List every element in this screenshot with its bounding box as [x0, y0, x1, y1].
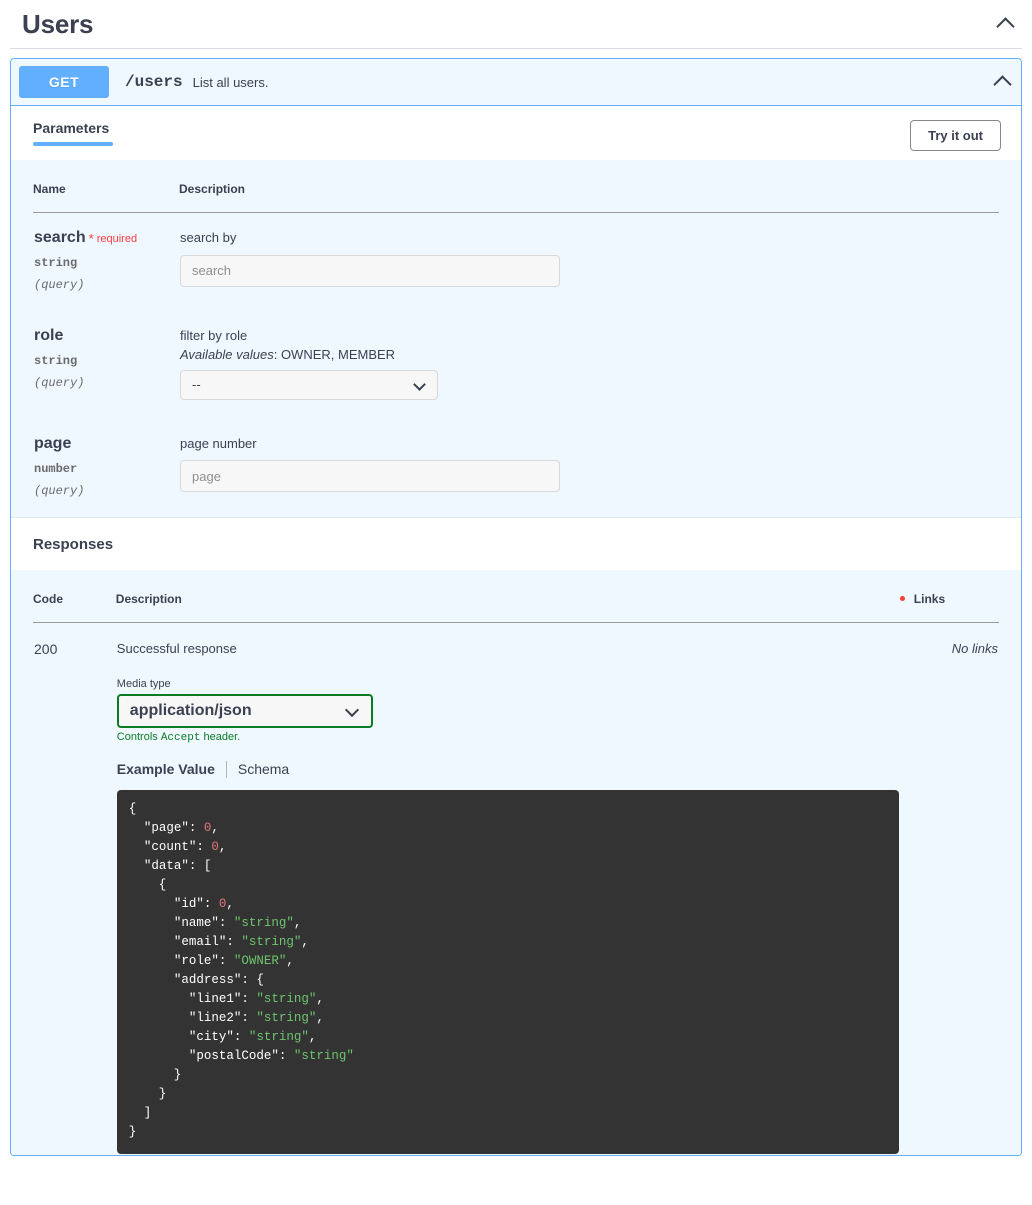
- accept-header-note: Controls Accept header.: [117, 731, 899, 744]
- response-code: 200: [34, 640, 58, 657]
- parameter-type: string: [34, 354, 78, 368]
- media-type-label: Media type: [116, 677, 171, 690]
- required-star: *: [88, 231, 94, 246]
- response-description-cell: Successful response Media type applicati…: [116, 622, 900, 1155]
- parameter-description: search by: [180, 230, 237, 245]
- parameter-name: role: [34, 327, 64, 344]
- tab-divider: [225, 760, 227, 778]
- parameters-table: Name Description search * required string…: [33, 182, 999, 499]
- accept-note-prefix: Controls: [116, 730, 161, 743]
- parameter-available-values: Available values: OWNER, MEMBER: [180, 347, 998, 362]
- responses-title: Responses: [33, 535, 114, 553]
- media-type-wrapper: application/json: [116, 693, 373, 728]
- required-marker: * required: [88, 231, 138, 246]
- parameter-location: (query): [34, 278, 85, 292]
- responses-header: Responses: [11, 516, 1021, 570]
- row-spacer: [33, 293, 999, 311]
- operation-body: Parameters Try it out Name Description s…: [11, 106, 1021, 1155]
- tag-collapse-button[interactable]: [990, 9, 1020, 39]
- http-method-badge: GET: [19, 66, 109, 98]
- parameter-description-cell: search by: [179, 213, 999, 294]
- parameter-name: search: [34, 229, 86, 246]
- tag-divider: [10, 48, 1022, 49]
- try-it-out-button[interactable]: Try it out: [910, 120, 1001, 151]
- parameter-description: filter by role: [180, 328, 248, 343]
- required-label: required: [96, 233, 138, 245]
- accept-note-suffix: header.: [200, 730, 241, 743]
- parameter-description-cell: page number: [179, 419, 999, 499]
- operation-summary-text: List all users.: [192, 74, 269, 90]
- response-description: Successful response: [116, 640, 237, 656]
- column-header-name: Name: [33, 182, 179, 213]
- parameter-description: page number: [180, 435, 257, 451]
- parameter-name: page: [34, 434, 72, 452]
- table-row: 200 Successful response Media type appli…: [33, 622, 999, 1155]
- operation-collapse-button[interactable]: [993, 74, 1012, 94]
- operation-path: /users: [125, 73, 183, 91]
- chevron-up-icon: [995, 16, 1015, 36]
- parameter-name-cell: role string (query): [33, 311, 179, 401]
- parameter-description-cell: filter by role Available values: OWNER, …: [179, 311, 999, 401]
- page-title: Users: [22, 8, 94, 39]
- role-select[interactable]: --: [180, 369, 438, 400]
- responses-table-header-row: Code Description Links: [33, 591, 999, 623]
- tab-schema[interactable]: Schema: [238, 761, 289, 777]
- example-tabs: Example Value Schema: [117, 760, 899, 778]
- tab-parameters[interactable]: Parameters: [33, 120, 114, 146]
- column-header-code: Code: [33, 591, 116, 623]
- parameters-header: Parameters Try it out: [11, 106, 1021, 160]
- available-values-label: Available values: [180, 346, 274, 362]
- table-row: search * required string (query) search b…: [33, 213, 999, 294]
- table-row: role string (query) filter by role Avail…: [33, 311, 999, 401]
- parameter-type: string: [34, 256, 78, 270]
- links-label: Links: [913, 591, 946, 606]
- column-header-links: Links: [899, 591, 999, 623]
- search-input[interactable]: [180, 254, 560, 287]
- chevron-up-icon: [993, 74, 1012, 94]
- swagger-ui-page: Users GET /users List all users. Paramet…: [0, 0, 1032, 1205]
- parameter-name-cell: search * required string (query): [33, 213, 179, 294]
- role-select-wrapper: --: [180, 369, 438, 400]
- red-dot-icon: [899, 595, 905, 601]
- parameter-type: number: [34, 461, 78, 476]
- column-header-description: Description: [179, 182, 999, 213]
- tab-example-value[interactable]: Example Value: [117, 761, 215, 777]
- response-links-cell: No links: [900, 622, 999, 1155]
- parameter-name-cell: page number (query): [33, 419, 179, 499]
- response-links: No links: [951, 640, 998, 656]
- accept-note-code: Accept: [160, 731, 201, 744]
- parameter-location: (query): [34, 376, 85, 390]
- page-input[interactable]: [180, 460, 560, 493]
- media-type-select[interactable]: application/json: [116, 693, 373, 728]
- responses-section: Code Description Links 200 Successful re…: [11, 569, 1021, 1155]
- example-value-json: { "page": 0, "count": 0, "data": [ { "id…: [128, 801, 354, 1139]
- row-spacer: [33, 401, 999, 419]
- example-value-code-block[interactable]: { "page": 0, "count": 0, "data": [ { "id…: [116, 789, 899, 1154]
- available-values-list: : OWNER, MEMBER: [273, 346, 396, 362]
- operation-summary[interactable]: GET /users List all users.: [11, 59, 1021, 106]
- responses-table: Code Description Links 200 Successful re…: [33, 591, 999, 1155]
- parameters-table-header-row: Name Description: [33, 182, 999, 213]
- parameter-location: (query): [34, 483, 85, 498]
- parameters-section: Name Description search * required string…: [11, 160, 1021, 517]
- operation-block-get-users: GET /users List all users. Parameters Tr…: [10, 58, 1022, 1156]
- response-code-cell: 200: [33, 622, 116, 1155]
- tag-header[interactable]: Users: [0, 0, 1032, 48]
- column-header-description: Description: [115, 591, 900, 623]
- table-row: page number (query) page number: [33, 419, 999, 499]
